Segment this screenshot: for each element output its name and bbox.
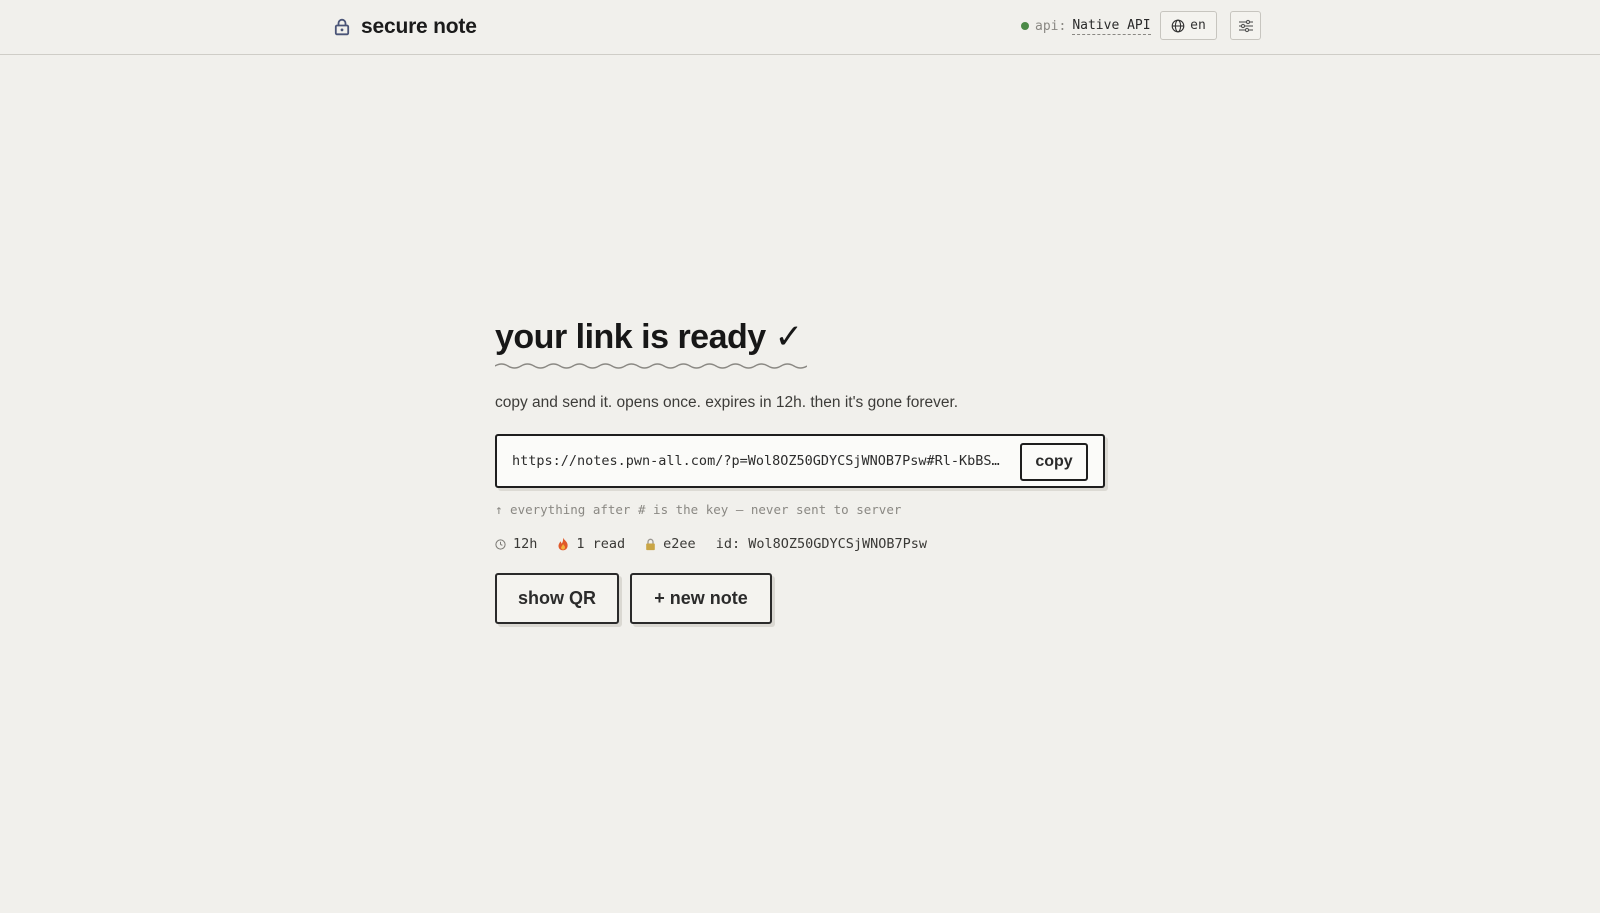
clock-icon [495, 538, 506, 550]
checkmark-icon: ✓ [774, 318, 804, 356]
top-bar: secure note api: Native API en [0, 0, 1600, 55]
heading-text: your link is ready [495, 318, 766, 356]
settings-button[interactable] [1230, 11, 1261, 40]
note-link-text[interactable]: https://notes.pwn-all.com/?p=Wol8OZ50GDY… [512, 453, 1007, 469]
status-dot-icon [1021, 22, 1029, 30]
language-label: en [1190, 18, 1206, 33]
globe-icon [1171, 19, 1185, 33]
reads-meta: 1 read [557, 536, 625, 552]
app-title: secure note [361, 15, 477, 38]
page-title: your link is ready ✓ [495, 310, 815, 364]
lock-icon [333, 18, 351, 36]
fire-icon [557, 537, 569, 551]
padlock-icon [645, 538, 656, 551]
subtitle: copy and send it. opens once. expires in… [495, 394, 959, 411]
new-note-button[interactable]: + new note [630, 573, 772, 624]
id-meta: id: Wol8OZ50GDYCSjWNOB7Psw [716, 536, 927, 552]
action-buttons: show QR + new note [495, 573, 1115, 624]
encryption-value: e2ee [663, 536, 696, 552]
encryption-meta: e2ee [645, 536, 696, 552]
note-id: id: Wol8OZ50GDYCSjWNOB7Psw [715, 536, 928, 552]
show-qr-button[interactable]: show QR [495, 573, 619, 624]
copy-button[interactable]: copy [1020, 443, 1088, 481]
reads-value: 1 read [576, 536, 626, 552]
language-button[interactable]: en [1160, 11, 1217, 40]
result-panel: your link is ready ✓ copy and send it. o… [495, 310, 1115, 624]
sliders-icon [1238, 19, 1254, 33]
api-label: api: [1035, 18, 1067, 34]
note-link-field[interactable]: https://notes.pwn-all.com/?p=Wol8OZ50GDY… [512, 436, 1007, 486]
brand[interactable]: secure note [333, 14, 477, 40]
expiry-value: 12h [513, 536, 538, 552]
expiry-meta: 12h [495, 536, 537, 552]
note-meta: 12h 1 read e2ee id: Wol8OZ50GDYCSjWNOB7P… [495, 536, 1115, 552]
heading-group: your link is ready ✓ [495, 310, 815, 370]
api-selector[interactable]: Native API [1072, 18, 1151, 35]
link-box: https://notes.pwn-all.com/?p=Wol8OZ50GDY… [495, 434, 1105, 488]
api-status: api: Native API [1021, 16, 1151, 36]
key-hint: ↑ everything after # is the key — never … [495, 502, 902, 517]
